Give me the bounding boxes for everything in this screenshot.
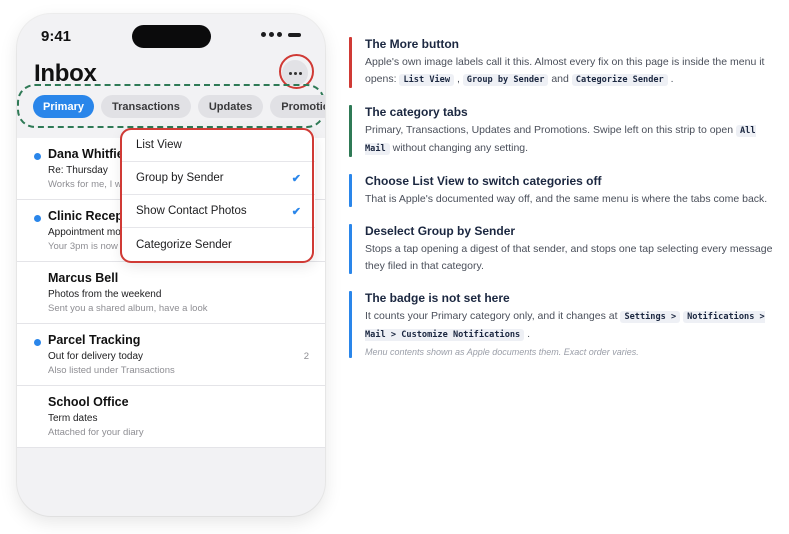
unread-dot-icon bbox=[34, 339, 41, 346]
menu-item-show-contact-photos[interactable]: Show Contact Photos ✔ bbox=[122, 195, 315, 228]
note-text: That is Apple's documented way off, and … bbox=[365, 193, 768, 205]
message-row[interactable]: Parcel Tracking Out for delivery today A… bbox=[17, 324, 325, 386]
menu-item-label: Categorize Sender bbox=[136, 238, 232, 251]
note-accent bbox=[349, 224, 352, 274]
note-accent bbox=[349, 105, 352, 157]
menu-item-list-view[interactable]: List View bbox=[122, 129, 315, 162]
dynamic-island bbox=[132, 25, 211, 48]
message-sender: Marcus Bell bbox=[48, 271, 119, 285]
inline-code: Categorize Sender bbox=[571, 74, 668, 86]
unread-dot-icon bbox=[34, 215, 41, 222]
footnote: Menu contents shown as Apple documents t… bbox=[365, 347, 639, 357]
unread-dot-icon bbox=[34, 153, 41, 160]
category-tabs: Primary Transactions Updates Promotions bbox=[33, 95, 325, 118]
checkmark-icon: ✔ bbox=[291, 205, 301, 218]
status-time: 9:41 bbox=[41, 28, 72, 45]
note-text: and bbox=[548, 73, 572, 85]
menu-item-label: Group by Sender bbox=[136, 172, 224, 184]
tab-transactions[interactable]: Transactions bbox=[100, 95, 191, 118]
note-text: , bbox=[454, 73, 463, 85]
tab-promotions[interactable]: Promotions bbox=[270, 95, 325, 118]
message-preview: Also listed under Transactions bbox=[48, 365, 175, 376]
status-indicators bbox=[261, 32, 301, 37]
note-text: without changing any setting. bbox=[389, 142, 529, 154]
message-subject: Photos from the weekend bbox=[48, 289, 162, 300]
menu-item-label: List View bbox=[136, 139, 182, 151]
note-accent bbox=[349, 37, 352, 88]
note: Deselect Group by Sender Stops a tap ope… bbox=[349, 223, 774, 275]
note-body: It counts your Primary category only, an… bbox=[365, 308, 774, 344]
annotation-panel: The More button Apple's own image labels… bbox=[349, 36, 774, 374]
tab-updates[interactable]: Updates bbox=[197, 95, 264, 118]
note-text: Stops a tap opening a digest of that sen… bbox=[365, 243, 773, 272]
note-body: Primary, Transactions, Updates and Promo… bbox=[365, 122, 774, 158]
note-text: . bbox=[667, 73, 674, 85]
phone-mockup: 9:41 Inbox Primary Transactions Updates … bbox=[17, 14, 325, 516]
menu-item-group-by-sender[interactable]: Group by Sender ✔ bbox=[122, 162, 315, 195]
note-accent bbox=[349, 174, 352, 207]
signal-icon bbox=[261, 32, 266, 37]
note-title: The category tabs bbox=[365, 105, 468, 119]
note: Choose List View to switch categories of… bbox=[349, 173, 774, 208]
message-row[interactable]: School Office Term dates Attached for yo… bbox=[17, 386, 325, 448]
message-sender: School Office bbox=[48, 395, 129, 409]
inline-code: Group by Sender bbox=[462, 74, 549, 86]
note-text: Primary, Transactions, Updates and Promo… bbox=[365, 124, 736, 136]
tab-primary[interactable]: Primary bbox=[33, 95, 94, 118]
note: The badge is not set here It counts your… bbox=[349, 290, 774, 359]
menu-item-label: Show Contact Photos bbox=[136, 205, 247, 217]
more-menu: List View Group by Sender ✔ Show Contact… bbox=[122, 129, 315, 262]
note-accent bbox=[349, 291, 352, 358]
message-subject: Re: Thursday bbox=[48, 165, 108, 176]
note-body: That is Apple's documented way off, and … bbox=[365, 191, 774, 208]
checkmark-icon: ✔ bbox=[291, 172, 301, 185]
message-preview: Attached for your diary bbox=[48, 427, 144, 438]
note-title: Choose List View to switch categories of… bbox=[365, 174, 602, 188]
signal-icon bbox=[269, 32, 274, 37]
note-title: Deselect Group by Sender bbox=[365, 224, 516, 238]
message-preview: Sent you a shared album, have a look bbox=[48, 303, 208, 314]
thread-count: 2 bbox=[303, 351, 309, 362]
inline-code: Settings > bbox=[620, 311, 681, 323]
note-title: The badge is not set here bbox=[365, 291, 510, 305]
menu-item-categorize-sender[interactable]: Categorize Sender bbox=[122, 228, 315, 261]
note-text: . bbox=[524, 328, 531, 340]
signal-icon bbox=[277, 32, 282, 37]
message-sender: Parcel Tracking bbox=[48, 333, 141, 347]
message-subject: Out for delivery today bbox=[48, 351, 144, 362]
note: The category tabs Primary, Transactions,… bbox=[349, 104, 774, 158]
message-row[interactable]: Marcus Bell Photos from the weekend Sent… bbox=[17, 262, 325, 324]
message-subject: Term dates bbox=[48, 413, 98, 424]
note-body: Apple's own image labels call it this. A… bbox=[365, 54, 774, 89]
note-title: The More button bbox=[365, 37, 459, 51]
battery-icon bbox=[288, 32, 301, 37]
note: The More button Apple's own image labels… bbox=[349, 36, 774, 89]
inline-code: List View bbox=[399, 74, 455, 86]
note-body: Stops a tap opening a digest of that sen… bbox=[365, 241, 774, 275]
note-text: It counts your Primary category only, an… bbox=[365, 310, 621, 322]
